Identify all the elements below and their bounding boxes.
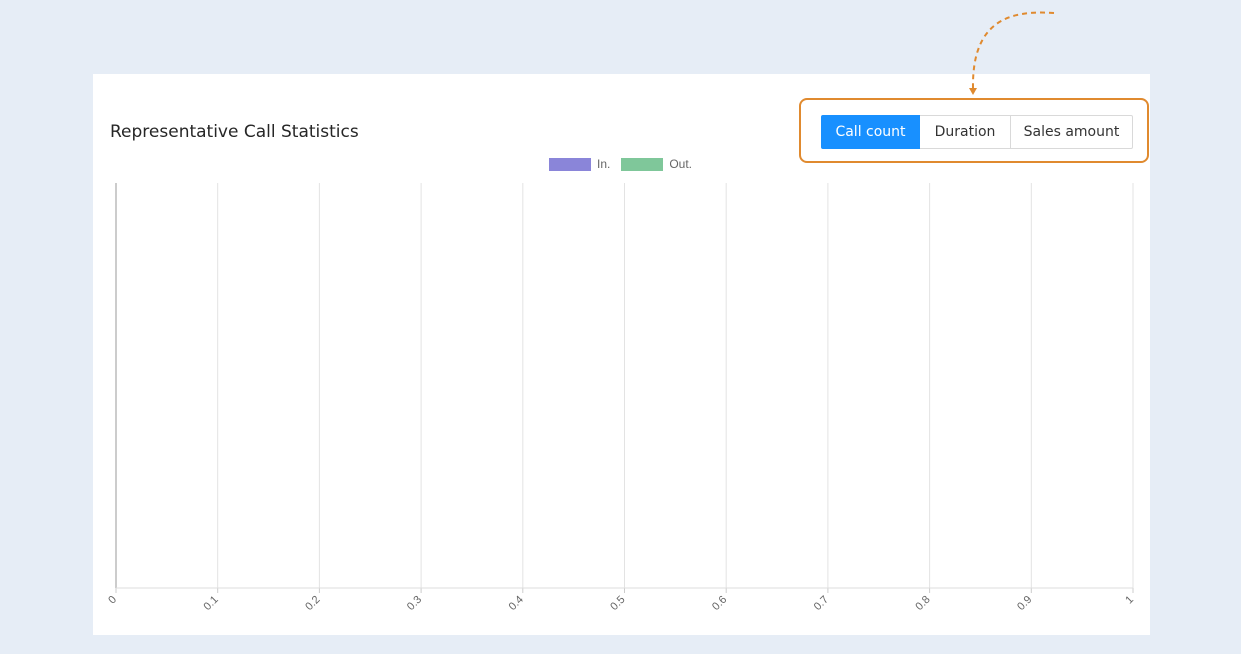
x-tick-label: 0.4 — [507, 594, 526, 613]
chart-plot: 0 0.1 0.2 0.3 0.4 0.5 0.6 0.7 0.8 0.9 1 — [106, 11, 1136, 613]
x-tick-label: 1 — [1123, 594, 1136, 607]
grid-layer — [115, 183, 1134, 588]
x-tick-label: 0.5 — [608, 594, 627, 613]
annotation-arrow-head — [969, 88, 977, 95]
x-tick-label: 0.7 — [812, 594, 831, 613]
x-tick-label: 0.3 — [405, 594, 424, 613]
annotation-arrow-curve — [971, 11, 1055, 89]
x-tick-label: 0.8 — [913, 594, 932, 613]
axis-layer: 0 0.1 0.2 0.3 0.4 0.5 0.6 0.7 0.8 0.9 1 — [106, 587, 1136, 613]
x-tick-label: 0.2 — [303, 594, 322, 613]
x-tick-label: 0 — [106, 594, 119, 607]
x-tick-label: 0.1 — [202, 594, 221, 613]
x-tick-label: 0.9 — [1015, 594, 1034, 613]
x-tick-label: 0.6 — [710, 594, 729, 613]
